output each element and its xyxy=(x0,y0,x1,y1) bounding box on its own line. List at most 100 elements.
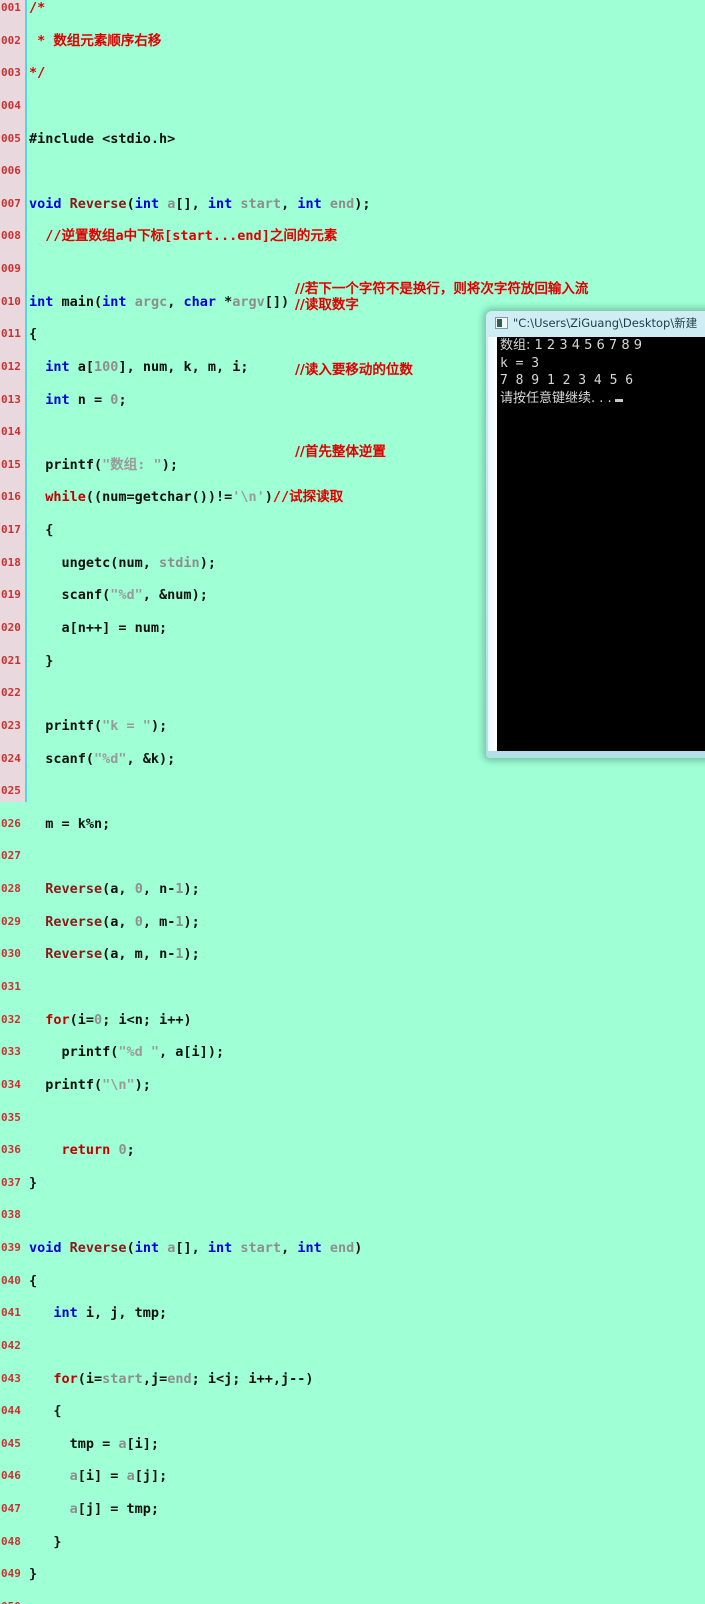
code-line[interactable]: 043 for(i=start,j=end; i<j; i++,j--) xyxy=(0,1371,705,1387)
code-line[interactable]: 036 return 0; xyxy=(0,1142,705,1158)
line-content: { xyxy=(29,1403,62,1420)
line-number: 031 xyxy=(1,979,21,993)
console-line-text: k = 3 xyxy=(500,355,540,371)
line-number: 040 xyxy=(1,1273,21,1287)
code-line[interactable]: 039 void Reverse(int a[], int start, int… xyxy=(0,1240,705,1256)
side-comment-reverse: //首先整体逆置 xyxy=(295,444,386,460)
line-number: 026 xyxy=(1,816,21,830)
line-number: 016 xyxy=(1,490,21,504)
line-content: ungetc(num, stdin); xyxy=(29,554,216,571)
code-line[interactable]: 035 xyxy=(0,1110,705,1126)
line-content: printf("%d ", a[i]); xyxy=(29,1044,225,1061)
code-line[interactable]: 008 //逆置数组a中下标[start...end]之间的元素 xyxy=(0,228,705,244)
line-number: 034 xyxy=(1,1077,21,1091)
line-content: tmp = a[i]; xyxy=(29,1435,160,1452)
line-content: a[n++] = num; xyxy=(29,620,168,637)
line-number: 002 xyxy=(1,33,21,47)
line-number: 005 xyxy=(1,131,21,145)
line-content: //逆置数组a中下标[start...end]之间的元素 xyxy=(29,228,338,245)
console-cursor xyxy=(614,398,623,402)
code-line[interactable]: 001 /* xyxy=(0,0,705,16)
code-line[interactable]: 046 a[i] = a[j]; xyxy=(0,1468,705,1484)
line-number: 023 xyxy=(1,718,21,732)
line-number: 027 xyxy=(1,849,21,863)
console-window[interactable]: "C:\Users\ZiGuang\Desktop\新建 数组: 1 2 3 4… xyxy=(486,311,705,758)
line-number: 046 xyxy=(1,1469,21,1483)
line-number: 017 xyxy=(1,523,21,537)
console-output[interactable]: 数组: 1 2 3 4 5 6 7 8 9 k = 3 7 8 9 1 2 3 … xyxy=(497,337,705,751)
code-line[interactable]: 007 void Reverse(int a[], int start, int… xyxy=(0,196,705,212)
line-content: m = k%n; xyxy=(29,815,111,832)
code-line[interactable]: 048 } xyxy=(0,1534,705,1550)
code-line[interactable]: 050 xyxy=(0,1599,705,1604)
code-line[interactable]: 030 Reverse(a, m, n-1); xyxy=(0,946,705,962)
code-line[interactable]: 041 int i, j, tmp; xyxy=(0,1305,705,1321)
code-line[interactable]: 003 */ xyxy=(0,65,705,81)
code-line[interactable]: 027 xyxy=(0,848,705,864)
console-line: k = 3 xyxy=(497,355,705,373)
code-line[interactable]: 031 xyxy=(0,979,705,995)
line-content: printf("k = "); xyxy=(29,717,168,734)
code-line[interactable]: 047 a[j] = tmp; xyxy=(0,1501,705,1517)
line-content: int n = 0; xyxy=(45,391,127,408)
line-content: printf("数组: "); xyxy=(29,456,178,473)
line-number: 019 xyxy=(1,588,21,602)
line-number: 047 xyxy=(1,1502,21,1516)
line-number: 033 xyxy=(1,1045,21,1059)
line-content: } xyxy=(29,1533,62,1550)
line-number: 042 xyxy=(1,1338,21,1352)
line-number: 048 xyxy=(1,1534,21,1548)
line-content: int i, j, tmp; xyxy=(53,1305,168,1322)
console-line: 请按任意键继续. . . xyxy=(497,390,705,408)
line-number: 036 xyxy=(1,1143,21,1157)
code-line[interactable]: 044 { xyxy=(0,1403,705,1419)
line-number: 032 xyxy=(1,1012,21,1026)
line-content: int a[100], num, k, m, i; xyxy=(45,358,249,375)
console-line-text: 数组: 1 2 3 4 5 6 7 8 9 xyxy=(500,338,643,353)
line-number: 035 xyxy=(1,1110,21,1124)
line-number: 029 xyxy=(1,914,21,928)
line-number: 014 xyxy=(1,425,21,439)
console-line-text: 请按任意键继续. . . xyxy=(500,390,612,406)
line-content: void Reverse(int a[], int start, int end… xyxy=(29,1240,363,1257)
line-number: 039 xyxy=(1,1241,21,1255)
code-line[interactable]: 032 for(i=0; i<n; i++) xyxy=(0,1012,705,1028)
code-line[interactable]: 033 printf("%d ", a[i]); xyxy=(0,1044,705,1060)
line-content: * 数组元素顺序右移 xyxy=(29,32,162,49)
code-line[interactable]: 028 Reverse(a, 0, n-1); xyxy=(0,881,705,897)
code-line[interactable]: 049 } xyxy=(0,1566,705,1582)
line-content: a[i] = a[j]; xyxy=(69,1468,168,1485)
code-line[interactable]: 045 tmp = a[i]; xyxy=(0,1436,705,1452)
code-line[interactable]: 040 { xyxy=(0,1273,705,1289)
line-number: 004 xyxy=(1,98,21,112)
console-titlebar[interactable]: "C:\Users\ZiGuang\Desktop\新建 xyxy=(486,311,705,336)
side-comment-readk: //读入要移动的位数 xyxy=(295,362,413,378)
line-number: 038 xyxy=(1,1208,21,1222)
code-line[interactable]: 038 xyxy=(0,1207,705,1223)
code-line[interactable]: 042 xyxy=(0,1338,705,1354)
line-content: scanf("%d", &k); xyxy=(29,750,176,767)
code-line[interactable]: 004 xyxy=(0,98,705,114)
code-line[interactable]: 034 printf("\n"); xyxy=(0,1077,705,1093)
code-line[interactable]: 037 } xyxy=(0,1175,705,1191)
line-number: 020 xyxy=(1,621,21,635)
side-comment-scanf: //读取数字 xyxy=(295,297,359,313)
line-content: /* xyxy=(29,0,46,16)
line-content: for(i=0; i<n; i++) xyxy=(45,1011,192,1028)
code-line[interactable]: 026 m = k%n; xyxy=(0,816,705,832)
line-number: 015 xyxy=(1,457,21,471)
code-line[interactable]: 002 * 数组元素顺序右移 xyxy=(0,33,705,49)
code-line[interactable]: 005 #include <stdio.h> xyxy=(0,131,705,147)
code-line[interactable]: 006 xyxy=(0,163,705,179)
line-number: 013 xyxy=(1,392,21,406)
line-content: while((num=getchar())!='\n')//试探读取 xyxy=(45,489,344,506)
line-content: } xyxy=(29,1566,38,1583)
line-content: return 0; xyxy=(61,1142,135,1159)
code-line[interactable]: 029 Reverse(a, 0, m-1); xyxy=(0,914,705,930)
code-line[interactable]: 009 xyxy=(0,261,705,277)
code-line[interactable]: 025 xyxy=(0,783,705,799)
line-number: 007 xyxy=(1,196,21,210)
screen: 001 /* 002 * 数组元素顺序右移 003 */ 004 005 #in… xyxy=(0,0,705,1604)
line-number: 006 xyxy=(1,164,21,178)
line-content: int main(int argc, char *argv[]) xyxy=(29,293,290,310)
